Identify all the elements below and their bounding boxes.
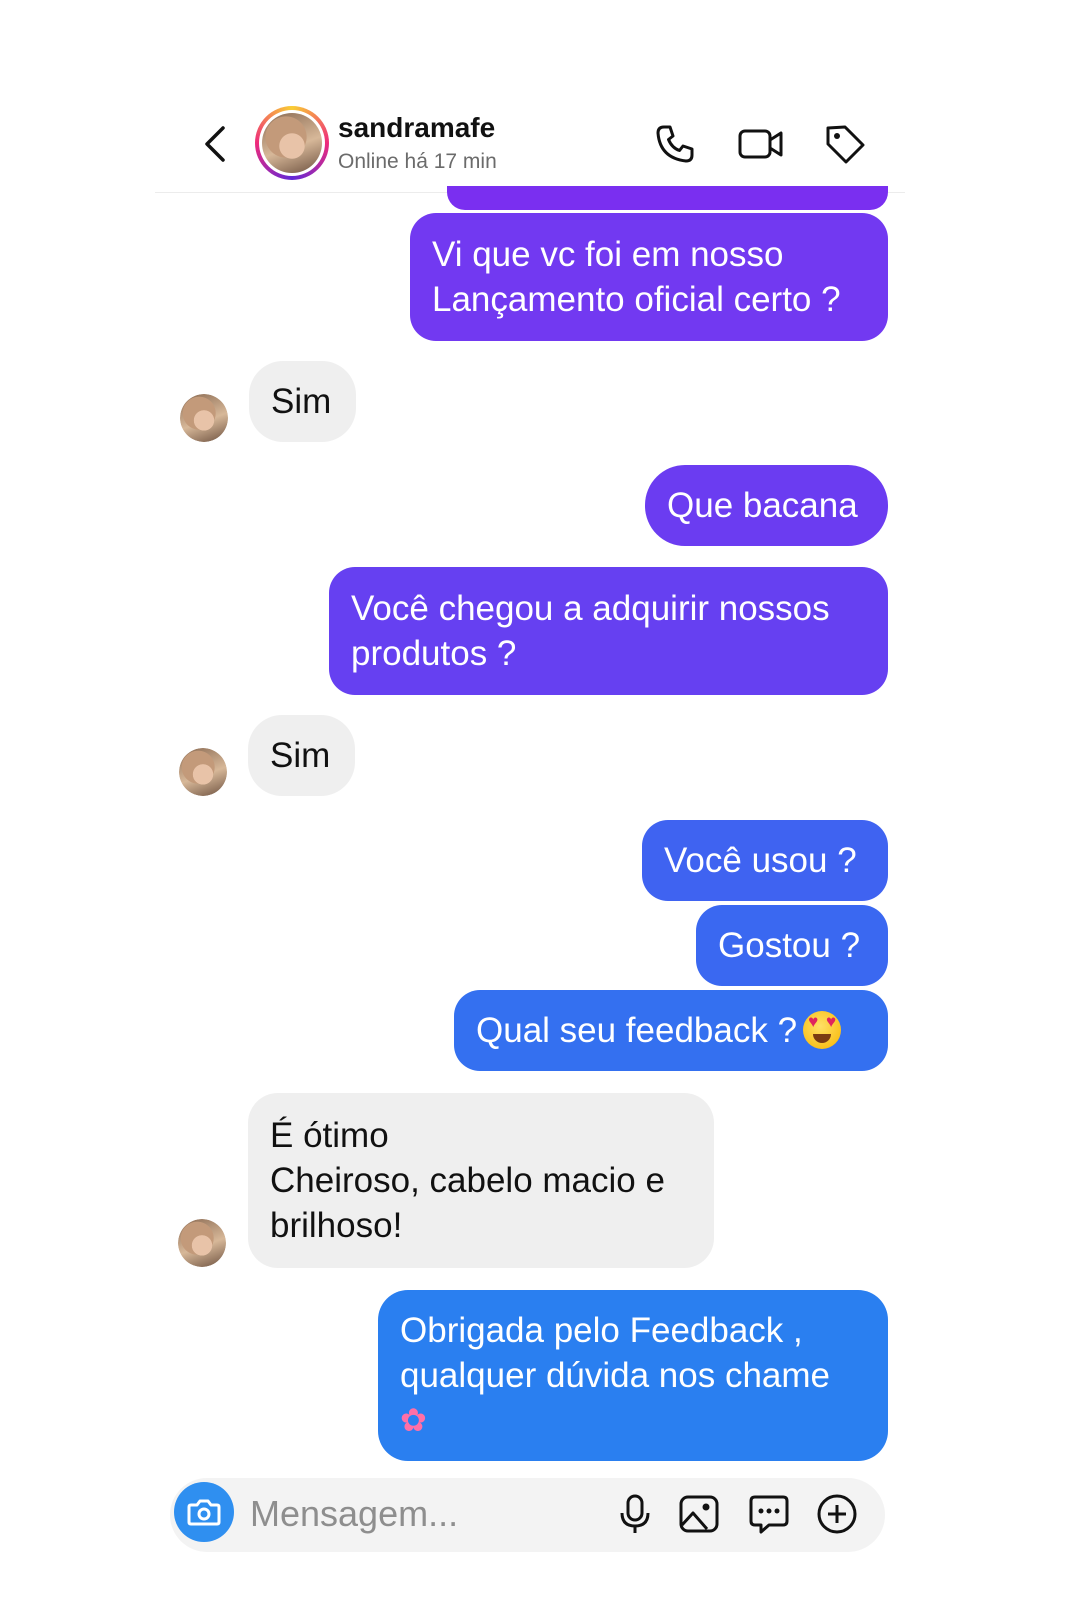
message-bubble-incoming[interactable]: Sim [248,715,355,796]
microphone-icon[interactable] [613,1492,657,1536]
gallery-icon[interactable] [677,1492,721,1536]
message-bubble-outgoing[interactable]: Que bacana [645,465,888,546]
message-text: Gostou ? [718,926,861,965]
message-bubble-outgoing[interactable]: Obrigada pelo Feedback , qualquer dúvida… [378,1290,888,1461]
message-bubble-outgoing[interactable]: Você chegou a adquirir nossos produtos ? [329,567,888,695]
chevron-left-icon [205,126,225,162]
chat-screen: sandramafe Online há 17 min Vi que vc fo… [155,0,905,1599]
phone-icon[interactable] [653,122,697,166]
message-composer [170,1478,885,1552]
message-bubble-outgoing[interactable]: Vi que vc foi em nosso Lançamento oficia… [410,213,888,341]
sender-avatar[interactable] [180,394,228,442]
tag-icon[interactable] [823,122,867,166]
video-call-icon[interactable] [737,122,785,166]
message-input[interactable] [248,1488,592,1540]
contact-username[interactable]: sandramafe [338,112,495,144]
message-text: Você chegou a adquirir nossos produtos ? [351,589,830,673]
message-bubble-outgoing[interactable]: Qual seu feedback ? [454,990,888,1071]
message-text: Sim [270,736,331,775]
message-bubble-outgoing[interactable]: Gostou ? [696,905,888,986]
heart-eyes-emoji-icon [803,1011,842,1049]
message-bubble-incoming[interactable]: Sim [249,361,356,442]
message-text: Você usou ? [664,841,857,880]
sender-avatar[interactable] [179,748,227,796]
message-text: Obrigada pelo Feedback , qualquer dúvida… [400,1311,831,1395]
chat-header: sandramafe Online há 17 min [155,96,905,193]
message-text: Vi que vc foi em nosso Lançamento oficia… [432,235,841,319]
message-text-line: Cheiroso, cabelo macio e brilhoso! [270,1161,665,1245]
contact-status: Online há 17 min [338,150,497,173]
sticker-chat-icon[interactable] [747,1492,791,1536]
plus-circle-icon[interactable] [815,1492,859,1536]
tulip-emoji-icon: ✿ [400,1402,427,1438]
camera-icon [187,1499,221,1526]
back-button[interactable] [195,120,235,168]
sender-avatar[interactable] [178,1219,226,1267]
message-text: Sim [271,382,332,421]
message-bubble-incoming[interactable]: É ótimo Cheiroso, cabelo macio e brilhos… [248,1093,714,1268]
avatar-photo [262,113,322,173]
message-text: Qual seu feedback ? [476,1011,798,1050]
profile-avatar[interactable] [255,106,329,180]
camera-button[interactable] [174,1482,234,1542]
message-bubble-outgoing-partial [447,186,888,210]
message-text: Que bacana [667,486,858,525]
message-bubble-outgoing[interactable]: Você usou ? [642,820,888,901]
message-text-line: É ótimo [270,1116,389,1155]
